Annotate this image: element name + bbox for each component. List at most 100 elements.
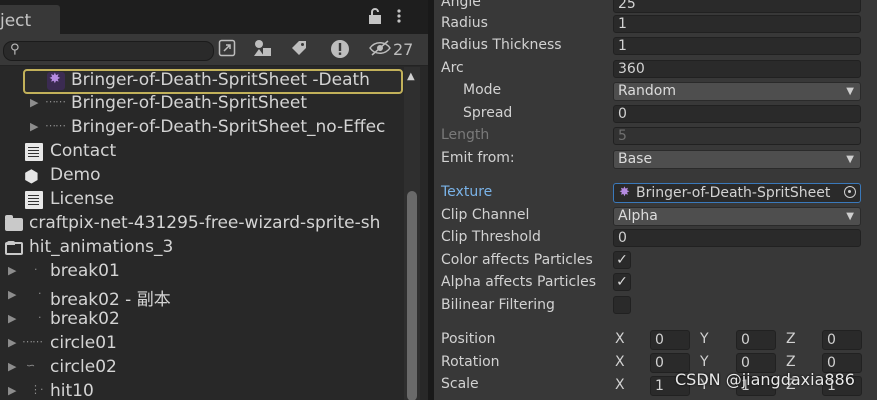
tree-item[interactable]: Contact (0, 140, 403, 164)
color-affects-checkbox[interactable]: ✓ (613, 251, 631, 269)
tab-bar: ject (0, 0, 434, 34)
angle-field[interactable]: 25 (613, 0, 861, 13)
tree-item-label: break02 - 副本 (50, 290, 171, 310)
unity-scene-icon: ⬢ (24, 167, 39, 187)
arc-field[interactable]: 360 (613, 60, 861, 78)
axis-y-label: Y (700, 331, 709, 347)
chevron-down-icon: ▼ (846, 154, 854, 165)
radius-field[interactable]: 1 (613, 15, 861, 33)
expand-arrow-icon[interactable]: ▶ (8, 288, 16, 301)
bilinear-label: Bilinear Filtering (441, 297, 555, 313)
search-input[interactable]: ⚲ (3, 41, 214, 61)
tree-item[interactable]: ▶ · break02 (0, 308, 403, 332)
hidden-count: 27 (393, 40, 414, 59)
tree-item-selected[interactable]: Bringer-of-Death-SpritSheet -Death (0, 69, 403, 94)
folder-icon (5, 215, 23, 231)
tree-item-label: break01 (50, 261, 120, 281)
radius-thickness-label: Radius Thickness (441, 37, 562, 53)
error-icon[interactable] (328, 39, 352, 61)
alpha-affects-label: Alpha affects Particles (441, 274, 597, 290)
texture-value: Bringer-of-Death-SpritSheet -Death (636, 185, 834, 201)
sprite-sheet-icon: ⋮· (30, 383, 44, 396)
type-filter-icon[interactable] (251, 39, 275, 61)
expand-arrow-icon[interactable]: ▶ (8, 360, 16, 373)
project-toolbar: ⚲ 27 (0, 34, 434, 66)
tree-item-label: Bringer-of-Death-SpritSheet_no-Effec (71, 117, 386, 137)
tree-item[interactable]: ▶ ⋮· hit10 (0, 380, 403, 400)
spread-field[interactable]: 0 (613, 105, 861, 123)
tree-item-label: Demo (50, 165, 101, 185)
position-label: Position (441, 331, 496, 347)
clip-channel-label: Clip Channel (441, 207, 530, 223)
arc-label: Arc (441, 60, 464, 76)
chevron-down-icon: ▼ (846, 86, 854, 97)
tree-item-label: hit10 (50, 381, 94, 400)
clip-channel-dropdown[interactable]: Alpha ▼ (613, 207, 861, 226)
tree-item-label: craftpix-net-431295-free-wizard-sprite-s… (29, 213, 381, 233)
tree-item[interactable]: ⬢ Demo (0, 164, 403, 188)
sprite-sheet-icon: ⋯⋯ (45, 119, 66, 132)
length-label: Length (441, 127, 490, 143)
create-icon[interactable] (215, 39, 239, 61)
label-filter-icon[interactable] (287, 39, 311, 61)
tree-scrollbar[interactable]: ▲ (404, 67, 420, 400)
expand-arrow-icon[interactable]: ▶ (8, 312, 16, 325)
axis-x-label: X (615, 354, 625, 370)
expand-arrow-icon[interactable]: ▶ (8, 264, 16, 277)
length-field: 5 (613, 127, 861, 145)
tree-item-label: License (50, 189, 115, 209)
expand-arrow-icon[interactable]: ▶ (8, 336, 16, 349)
scroll-up-arrow-icon[interactable]: ▲ (407, 71, 415, 82)
position-y-field[interactable]: 0 (736, 330, 776, 350)
object-picker-icon[interactable] (844, 186, 856, 198)
tree-item[interactable]: ▶ ⋯⋯ Bringer-of-Death-SpritSheet_no-Effe… (0, 116, 403, 140)
tree-item[interactable]: ▶ · break01 (0, 260, 403, 284)
tree-item[interactable]: ▶ · break02 - 副本 (0, 284, 403, 310)
sprite-icon: ✸ (619, 185, 630, 200)
emit-from-label: Emit from: (441, 150, 515, 166)
tab-project[interactable]: ject (0, 5, 60, 34)
texture-object-field[interactable]: ✸ Bringer-of-Death-SpritSheet -Death (613, 183, 861, 203)
tree-item[interactable]: ▶ ⋯⋯ Bringer-of-Death-SpritSheet (0, 92, 403, 116)
tree-item[interactable]: ▶ ∽ circle02 (0, 356, 403, 380)
document-icon (25, 191, 43, 209)
lock-icon[interactable] (368, 8, 382, 29)
tree-item-label: Bringer-of-Death-SpritSheet (71, 93, 307, 113)
clip-threshold-field[interactable]: 0 (613, 229, 861, 247)
clip-channel-value: Alpha (618, 208, 658, 224)
search-icon: ⚲ (10, 42, 20, 57)
tree-item[interactable]: craftpix-net-431295-free-wizard-sprite-s… (0, 212, 403, 236)
alpha-affects-checkbox[interactable]: ✓ (613, 273, 631, 291)
position-z-field[interactable]: 0 (822, 330, 862, 350)
inspector-panel: Angle 25 Radius 1 Radius Thickness 1 Arc… (434, 0, 877, 400)
tree-item[interactable]: License (0, 188, 403, 212)
rotation-label: Rotation (441, 354, 500, 370)
project-panel: ject ⚲ 27 Br (0, 0, 434, 400)
kebab-menu-icon[interactable] (396, 8, 402, 29)
tree-item-label: circle02 (50, 357, 117, 377)
radius-thickness-field[interactable]: 1 (613, 37, 861, 55)
tree-item[interactable]: hit_animations_3 (0, 236, 403, 260)
expand-arrow-icon[interactable]: ▶ (30, 120, 38, 133)
mode-dropdown[interactable]: Random ▼ (613, 82, 861, 101)
tree-item[interactable]: ▶ ⋯⋯ circle01 (0, 332, 403, 356)
bilinear-checkbox[interactable] (613, 296, 631, 314)
scrollbar-thumb[interactable] (407, 191, 417, 400)
expand-arrow-icon[interactable]: ▶ (30, 96, 38, 109)
texture-label: Texture (441, 184, 493, 200)
sprite-sheet-icon: ⋯⋯ (45, 95, 66, 108)
position-x-field[interactable]: 0 (650, 330, 690, 350)
mode-value: Random (618, 83, 676, 99)
expand-arrow-icon[interactable]: ▶ (8, 384, 16, 397)
tree-item-label: hit_animations_3 (29, 237, 174, 257)
sprite-icon (47, 71, 65, 90)
radius-label: Radius (441, 15, 488, 31)
emit-from-value: Base (618, 151, 653, 167)
emit-from-dropdown[interactable]: Base ▼ (613, 150, 861, 169)
watermark: CSDN @jiangdaxia886 (675, 370, 855, 389)
angle-label: Angle (441, 0, 481, 10)
eye-hidden-icon[interactable] (368, 39, 392, 61)
scale-label: Scale (441, 376, 479, 392)
tree-item-label: circle01 (50, 333, 117, 353)
axis-z-label: Z (786, 354, 796, 370)
